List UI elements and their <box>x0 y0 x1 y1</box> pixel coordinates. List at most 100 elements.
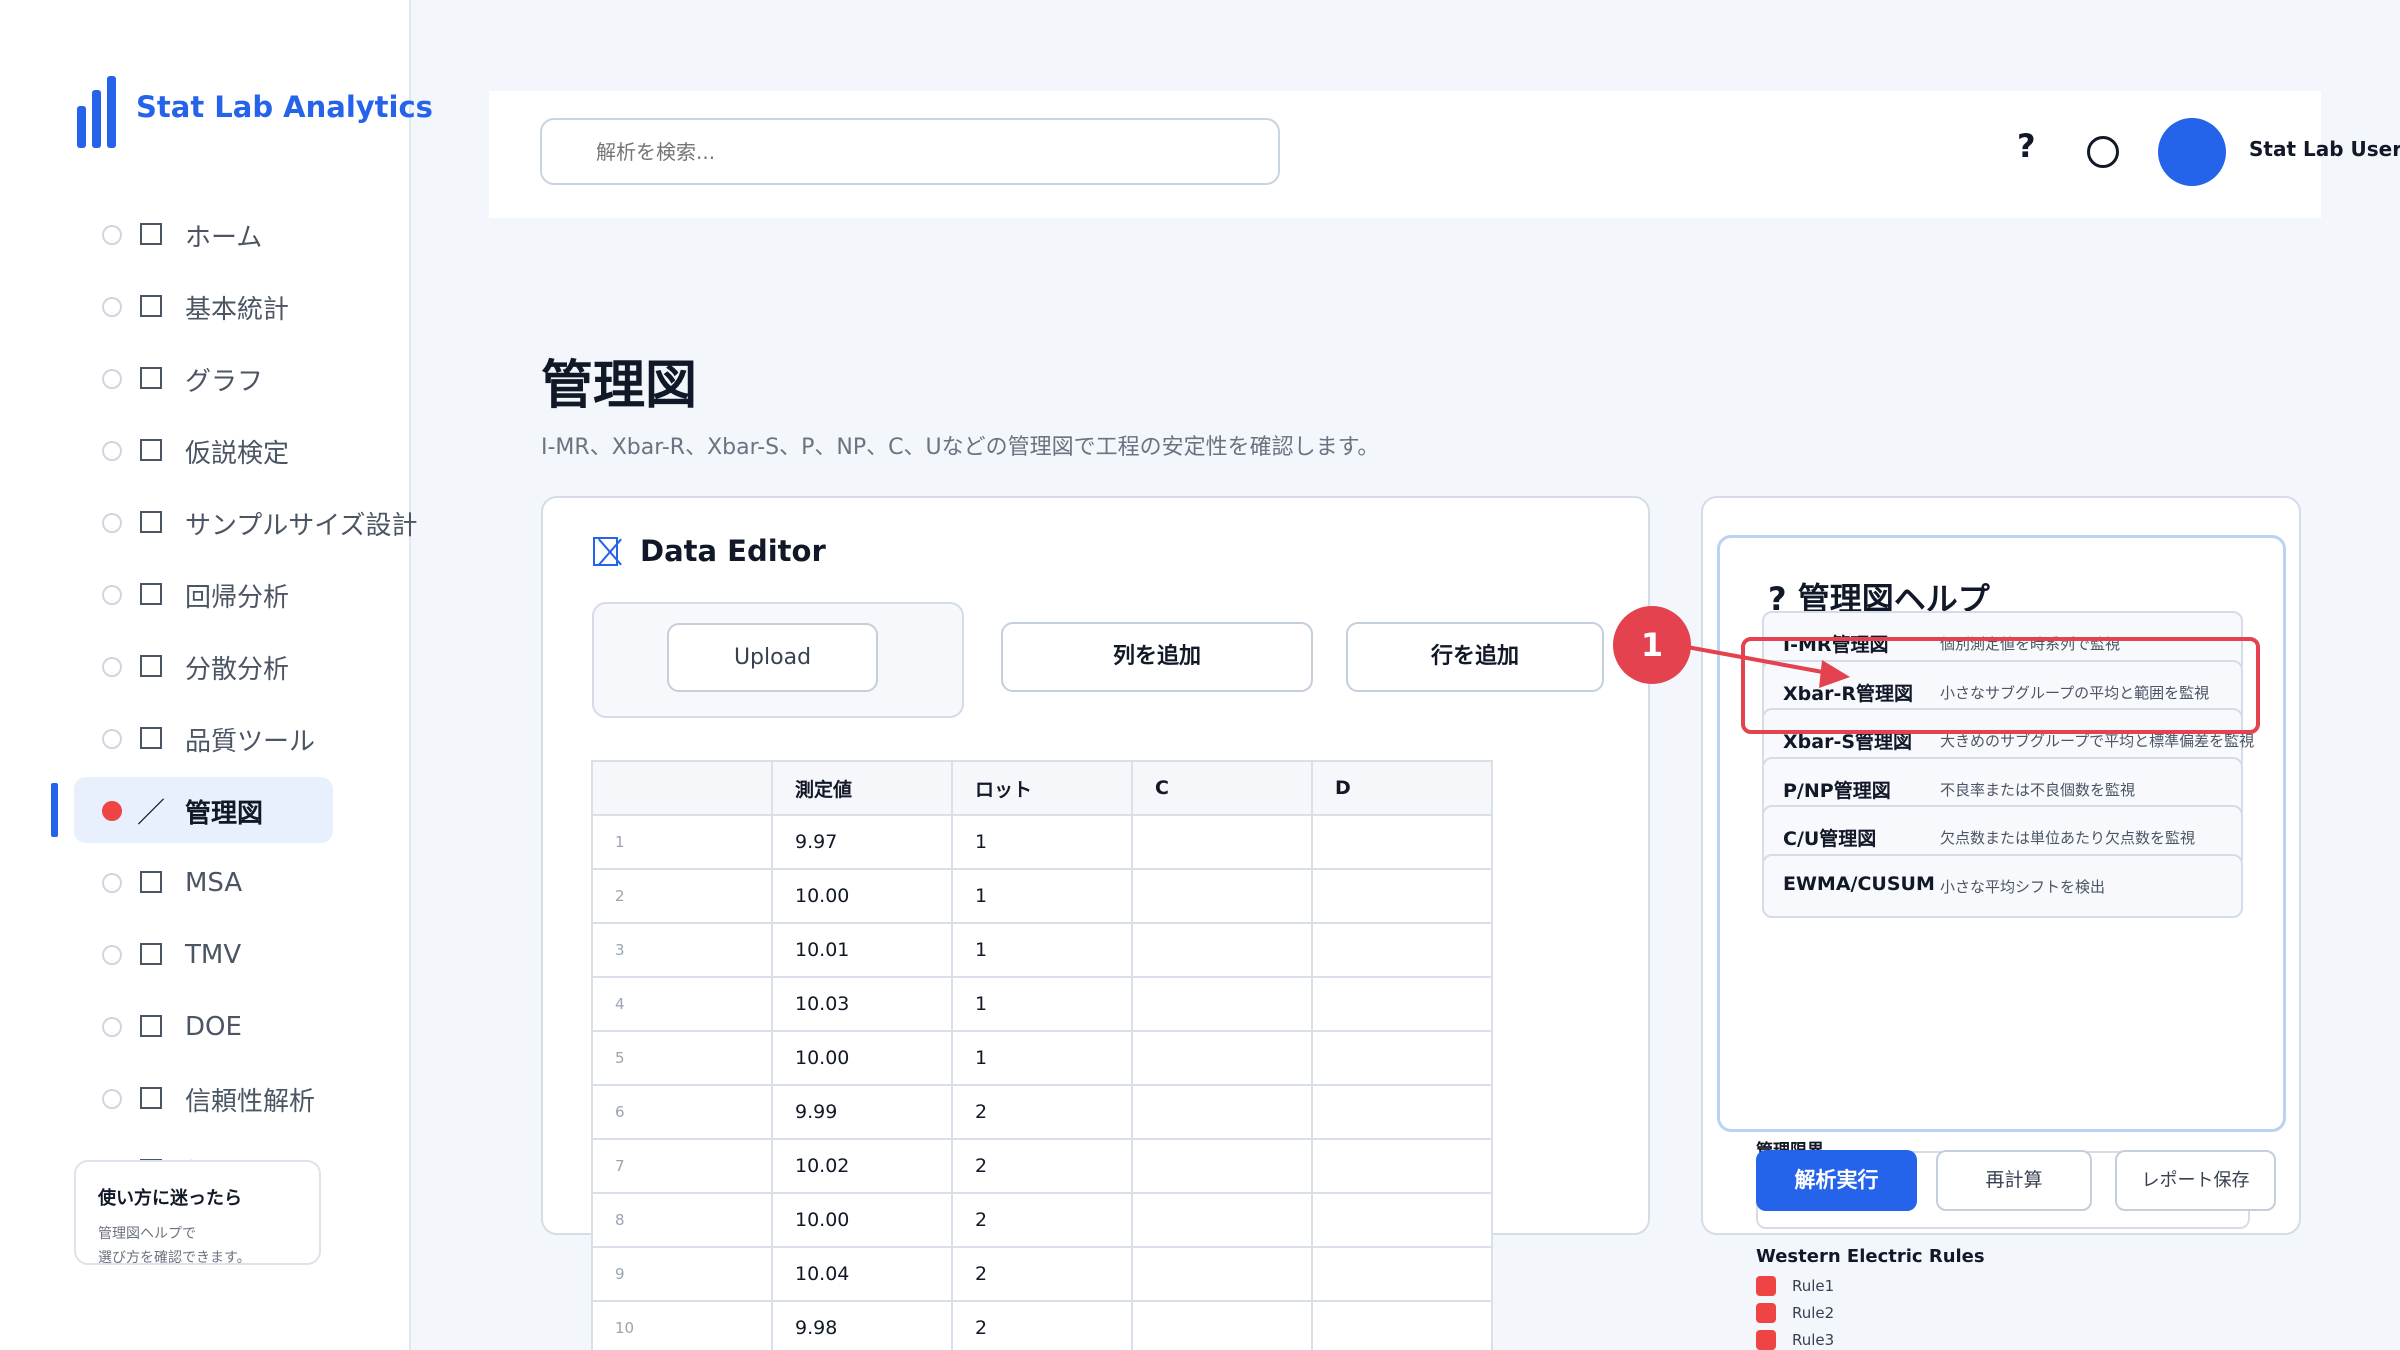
table-cell[interactable] <box>1311 1030 1493 1086</box>
table-cell[interactable]: 10.00 <box>771 1192 953 1248</box>
column-header[interactable] <box>591 760 773 816</box>
rule-checked-icon <box>1756 1330 1776 1350</box>
sidebar-item-label: 回帰分析 <box>185 582 290 613</box>
row-number: 1 <box>591 814 773 870</box>
save-report-button[interactable]: レポート保存 <box>2115 1150 2276 1211</box>
sidebar-item[interactable]: 仮説検定 <box>0 415 411 487</box>
sidebar-item[interactable]: 品質ツール <box>0 703 411 775</box>
sidebar-item[interactable]: MSA <box>0 847 411 919</box>
search-input[interactable] <box>540 118 1280 185</box>
run-analysis-button[interactable]: 解析実行 <box>1756 1150 1917 1211</box>
table-cell[interactable]: 10.00 <box>771 1030 953 1086</box>
rule-checkbox[interactable]: Rule1 <box>1756 1276 1834 1296</box>
square-icon <box>140 583 162 605</box>
chart-option-name: EWMA/CUSUM <box>1783 873 1935 895</box>
chart-option-name: C/U管理図 <box>1783 828 1877 850</box>
table-cell[interactable] <box>1311 1246 1493 1302</box>
status-dot-icon <box>102 1089 122 1109</box>
table-cell[interactable] <box>1131 976 1313 1032</box>
table-cell[interactable]: 9.97 <box>771 814 953 870</box>
sidebar-item[interactable]: サンプルサイズ設計 <box>0 487 417 559</box>
column-header[interactable]: ロット <box>951 760 1133 816</box>
recalculate-button[interactable]: 再計算 <box>1936 1150 2092 1211</box>
table-row: 9 10.04 2 <box>591 1246 1493 1302</box>
table-cell[interactable]: 1 <box>951 922 1133 978</box>
table-cell[interactable] <box>1131 1300 1313 1350</box>
table-cell[interactable] <box>1131 922 1313 978</box>
table-cell[interactable] <box>1131 814 1313 870</box>
table-cell[interactable] <box>1131 868 1313 924</box>
table-cell[interactable] <box>1311 1084 1493 1140</box>
table-cell[interactable]: 10.04 <box>771 1246 953 1302</box>
help-card-text: 管理図ヘルプで 選び方を確認できます。 <box>98 1222 319 1270</box>
notification-icon[interactable] <box>2087 136 2119 168</box>
table-cell[interactable]: 9.99 <box>771 1084 953 1140</box>
row-number: 7 <box>591 1138 773 1194</box>
table-cell[interactable] <box>1311 976 1493 1032</box>
table-cell[interactable]: 2 <box>951 1084 1133 1140</box>
table-row: 10 9.98 2 <box>591 1300 1493 1350</box>
table-cell[interactable] <box>1311 1300 1493 1350</box>
status-dot-icon <box>102 873 122 893</box>
table-cell[interactable]: 9.98 <box>771 1300 953 1350</box>
help-icon[interactable]: ? <box>2017 127 2036 165</box>
table-cell[interactable]: 1 <box>951 868 1133 924</box>
rule-checked-icon <box>1756 1303 1776 1323</box>
row-number: 9 <box>591 1246 773 1302</box>
table-cell[interactable] <box>1311 922 1493 978</box>
status-dot-icon <box>102 297 122 317</box>
table-cell[interactable]: 2 <box>951 1192 1133 1248</box>
sidebar-item[interactable]: DOE <box>0 991 411 1063</box>
table-cell[interactable]: 1 <box>951 1030 1133 1086</box>
column-header[interactable]: C <box>1131 760 1313 816</box>
sidebar-item[interactable]: ／ 管理図 <box>0 775 411 847</box>
table-cell[interactable] <box>1311 814 1493 870</box>
table-cell[interactable]: 10.01 <box>771 922 953 978</box>
table-row: 4 10.03 1 <box>591 976 1493 1032</box>
rule-checkbox[interactable]: Rule2 <box>1756 1303 1834 1323</box>
add-column-button[interactable]: 列を追加 <box>1001 622 1313 692</box>
square-icon <box>140 511 162 533</box>
table-cell[interactable]: 1 <box>951 814 1133 870</box>
rule-checkbox[interactable]: Rule3 <box>1756 1330 1834 1350</box>
sidebar-item[interactable]: ホーム <box>0 199 411 271</box>
sidebar-item[interactable]: 分散分析 <box>0 631 411 703</box>
sidebar-item[interactable]: 回帰分析 <box>0 559 411 631</box>
table-cell[interactable] <box>1131 1084 1313 1140</box>
table-cell[interactable]: 1 <box>951 976 1133 1032</box>
table-cell[interactable]: 2 <box>951 1300 1133 1350</box>
table-cell[interactable]: 10.00 <box>771 868 953 924</box>
table-cell[interactable] <box>1131 1030 1313 1086</box>
sidebar-item[interactable]: 基本統計 <box>0 271 411 343</box>
table-row: 6 9.99 2 <box>591 1084 1493 1140</box>
table-cell[interactable] <box>1131 1246 1313 1302</box>
table-cell[interactable] <box>1311 868 1493 924</box>
help-chart-option[interactable]: EWMA/CUSUM 小さな平均シフトを検出 <box>1762 854 2243 918</box>
avatar[interactable] <box>2158 118 2226 186</box>
column-header[interactable]: 測定値 <box>771 760 953 816</box>
sidebar-item[interactable]: TMV <box>0 919 411 991</box>
column-header[interactable]: D <box>1311 760 1493 816</box>
grid-header-row: 測定値 ロット C D <box>591 760 1493 816</box>
brand-logo[interactable]: Stat Lab Analytics <box>77 76 433 148</box>
sidebar-help-card[interactable]: 使い方に迷ったら 管理図ヘルプで 選び方を確認できます。 <box>74 1160 321 1266</box>
sidebar-item[interactable]: 信頼性解析 <box>0 1063 411 1135</box>
table-cell[interactable] <box>1131 1138 1313 1194</box>
table-cell[interactable] <box>1311 1192 1493 1248</box>
row-number: 6 <box>591 1084 773 1140</box>
add-row-button[interactable]: 行を追加 <box>1346 622 1604 692</box>
table-cell[interactable]: 2 <box>951 1138 1133 1194</box>
table-cell[interactable]: 10.03 <box>771 976 953 1032</box>
status-dot-icon <box>102 441 122 461</box>
table-cell[interactable] <box>1311 1138 1493 1194</box>
table-cell[interactable] <box>1131 1192 1313 1248</box>
status-dot-icon <box>102 513 122 533</box>
user-name[interactable]: Stat Lab User <box>2249 137 2400 161</box>
sidebar-item-label: 信頼性解析 <box>185 1086 316 1117</box>
sidebar-item-label: グラフ <box>185 366 264 397</box>
upload-button[interactable]: Upload <box>667 623 878 692</box>
table-cell[interactable]: 2 <box>951 1246 1133 1302</box>
rule-label: Rule2 <box>1792 1304 1835 1322</box>
table-cell[interactable]: 10.02 <box>771 1138 953 1194</box>
sidebar-item[interactable]: グラフ <box>0 343 411 415</box>
